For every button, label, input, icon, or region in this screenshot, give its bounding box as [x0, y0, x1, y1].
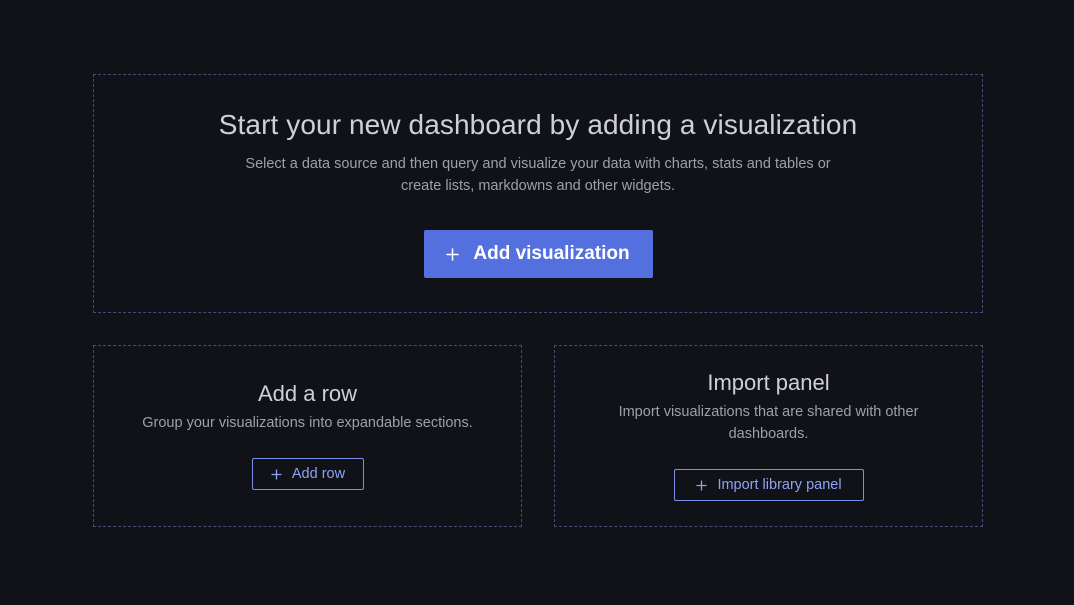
import-library-panel-button-label: Import library panel	[717, 477, 842, 493]
add-visualization-button-label: Add visualization	[473, 243, 630, 264]
import-panel-title: Import panel	[707, 370, 830, 395]
add-row-description: Group your visualizations into expandabl…	[142, 415, 473, 431]
add-visualization-title: Start your new dashboard by adding a vis…	[218, 109, 858, 140]
import-panel-card: Import panel Import visualizations that …	[554, 345, 983, 527]
plus-icon	[271, 468, 282, 480]
empty-dashboard-page: Start your new dashboard by adding a vis…	[0, 0, 1074, 605]
add-visualization-description: Select a data source and then query and …	[245, 156, 831, 194]
add-row-title: Add a row	[257, 381, 358, 406]
add-row-button[interactable]: Add row	[251, 458, 364, 490]
add-visualization-button[interactable]: Add visualization	[423, 230, 653, 278]
plus-icon	[446, 247, 460, 261]
import-library-panel-button[interactable]: Import library panel	[673, 469, 864, 501]
add-row-card: Add a row Group your visualizations into…	[93, 345, 522, 527]
add-visualization-card: Start your new dashboard by adding a vis…	[93, 74, 983, 313]
plus-icon	[696, 479, 708, 491]
import-panel-description: Import visualizations that are shared wi…	[618, 404, 919, 442]
add-row-button-label: Add row	[291, 466, 346, 482]
